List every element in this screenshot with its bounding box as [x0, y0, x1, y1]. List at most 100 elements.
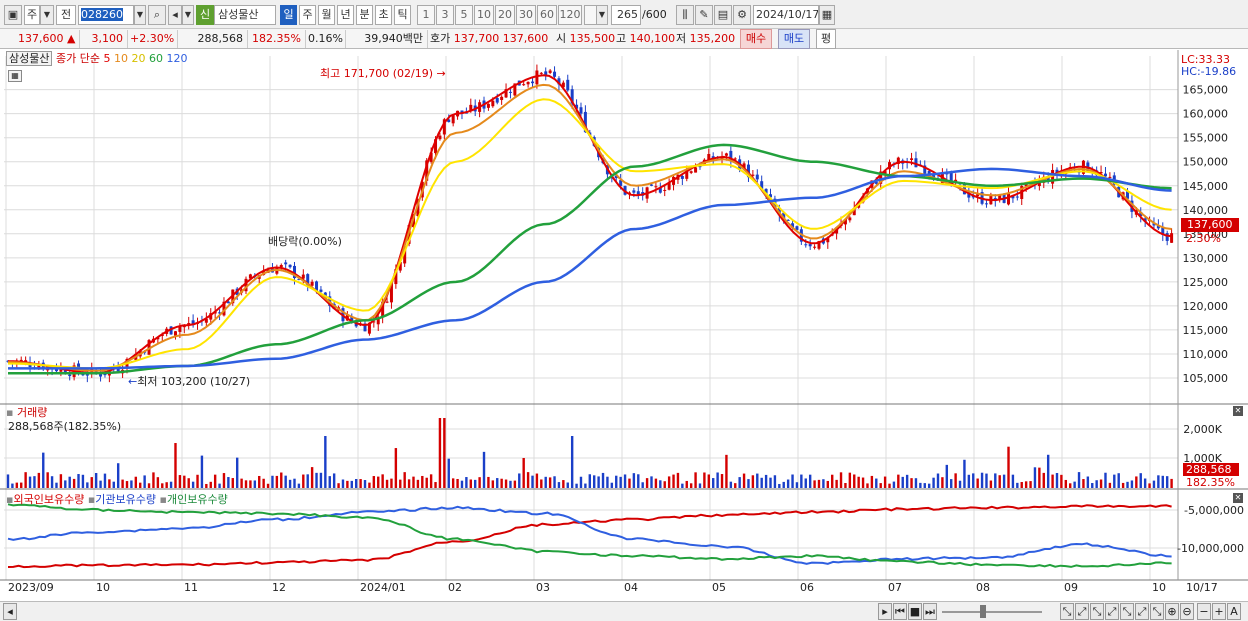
- date-tick-label: 05: [712, 581, 726, 594]
- calendar-icon[interactable]: ▦: [819, 5, 835, 25]
- period-year[interactable]: 년: [337, 5, 354, 25]
- tool-icon[interactable]: ⤡: [1090, 603, 1104, 620]
- period-month[interactable]: 월: [318, 5, 335, 25]
- volume-bar: [262, 478, 265, 488]
- period-week[interactable]: 주: [299, 5, 316, 25]
- interval-60[interactable]: 60: [537, 5, 557, 25]
- volume-bar: [191, 481, 195, 488]
- volume-bar: [125, 481, 129, 488]
- current-pct-tag: 2.30%: [1186, 232, 1221, 245]
- candle-body: [319, 289, 323, 292]
- high-annotation: 최고 171,700 (02/19) →: [320, 65, 446, 81]
- open-label: 시: [556, 32, 567, 45]
- volume-bar: [557, 482, 561, 488]
- low-label: 저: [676, 32, 687, 45]
- volume-bar: [1046, 454, 1050, 488]
- interval-10[interactable]: 10: [474, 5, 494, 25]
- period-day[interactable]: 일: [280, 5, 297, 25]
- candle-body: [486, 103, 490, 108]
- interval-dropdown-icon[interactable]: ▼: [596, 5, 608, 25]
- prev-icon[interactable]: ◂: [168, 5, 182, 25]
- tool-icon[interactable]: ⤢: [1105, 603, 1119, 620]
- interval-30[interactable]: 30: [516, 5, 536, 25]
- close-icon[interactable]: ✕: [1233, 493, 1243, 503]
- interval-3[interactable]: 3: [436, 5, 454, 25]
- chart-area[interactable]: 165,000 160,000 155,000 150,000 145,000 140,0…: [0, 50, 1248, 621]
- close-icon[interactable]: ✕: [1233, 406, 1243, 416]
- period-tick[interactable]: 틱: [394, 5, 411, 25]
- volume-bar: [659, 480, 662, 488]
- candle-body: [495, 97, 499, 103]
- font-size-icon[interactable]: A: [1227, 603, 1241, 620]
- code-input[interactable]: 028260: [78, 5, 134, 25]
- tool-icon[interactable]: ⤢: [1135, 603, 1149, 620]
- save-icon[interactable]: ▤: [714, 5, 732, 25]
- candle-body: [755, 174, 759, 180]
- volume-bar: [822, 479, 825, 488]
- zoom-handle[interactable]: [980, 605, 986, 618]
- period-minute[interactable]: 분: [356, 5, 373, 25]
- avg-button[interactable]: 평: [816, 29, 836, 49]
- candle-body: [526, 81, 530, 85]
- volume-bar: [500, 478, 503, 488]
- chevron-down-icon[interactable]: ▼: [40, 5, 54, 25]
- volume-bar: [152, 472, 155, 488]
- volume-bar: [302, 474, 305, 488]
- kind-button[interactable]: 전: [56, 5, 76, 25]
- history-dropdown-icon[interactable]: ▼: [182, 5, 194, 25]
- code-dropdown-icon[interactable]: ▼: [134, 5, 146, 25]
- volume-last-tag: 288,568: [1183, 463, 1239, 476]
- date-tick-label: 02: [448, 581, 462, 594]
- search-icon[interactable]: ⌕: [148, 5, 166, 25]
- layout-icon[interactable]: ▣: [4, 5, 22, 25]
- code-input-value: 028260: [81, 8, 123, 21]
- market-select[interactable]: 주: [24, 5, 40, 25]
- scroll-right-icon[interactable]: ▸: [878, 603, 892, 620]
- date-tick-label: 10: [1152, 581, 1166, 594]
- stock-chart[interactable]: 165,000 160,000 155,000 150,000 145,000 140,0…: [0, 50, 1248, 621]
- draw-tool-icon[interactable]: ✎: [695, 5, 713, 25]
- period-second[interactable]: 초: [375, 5, 392, 25]
- volume-bar: [883, 476, 887, 488]
- candle-body: [451, 115, 455, 124]
- tool-icon[interactable]: ⤡: [1120, 603, 1134, 620]
- volume-bar: [1117, 473, 1120, 488]
- gear-icon[interactable]: ⚙: [733, 5, 751, 25]
- tool-icon[interactable]: ⤡: [1060, 603, 1074, 620]
- low-annotation: ←최저 103,200 (10/27): [128, 373, 250, 389]
- volume-bar: [403, 472, 406, 488]
- interval-1[interactable]: 1: [417, 5, 435, 25]
- volume-bar: [227, 477, 230, 488]
- zoom-out-icon[interactable]: ⊖: [1180, 603, 1194, 620]
- candle-body: [1170, 233, 1174, 243]
- volume-bar: [37, 472, 41, 488]
- volume-bar: [641, 482, 644, 488]
- candle-type-icon[interactable]: ⫼: [676, 5, 694, 25]
- scroll-bar[interactable]: ◂ ▸ ⏮ ■ ⏭ ⤡ ⤢ ⤡ ⤢ ⤡ ⤢ ⤡ ⊕ ⊖ − + A: [0, 601, 1248, 621]
- scroll-left-icon[interactable]: ◂: [3, 603, 17, 620]
- count-input[interactable]: 265: [611, 5, 641, 25]
- tool-icon[interactable]: ⤢: [1075, 603, 1089, 620]
- zoom-in-icon[interactable]: ⊕: [1165, 603, 1179, 620]
- interval-5[interactable]: 5: [455, 5, 473, 25]
- volume-bar: [720, 474, 724, 488]
- zoom-slider[interactable]: [942, 611, 1042, 613]
- first-icon[interactable]: ⏮: [893, 603, 907, 620]
- volume-bar: [570, 436, 574, 488]
- minus-icon[interactable]: −: [1197, 603, 1211, 620]
- interval-120[interactable]: 120: [558, 5, 582, 25]
- date-input[interactable]: 2024/10/17: [753, 5, 819, 25]
- interval-20[interactable]: 20: [495, 5, 515, 25]
- volume-bar: [235, 457, 239, 488]
- plus-icon[interactable]: +: [1212, 603, 1226, 620]
- table-icon[interactable]: ▦: [8, 70, 22, 82]
- holdings-marker-3: ▪: [159, 493, 167, 506]
- volume-bar: [716, 472, 719, 488]
- volume-bar: [1095, 480, 1098, 488]
- buy-button[interactable]: 매수: [740, 29, 772, 49]
- last-icon[interactable]: ⏭: [923, 603, 937, 620]
- sell-button[interactable]: 매도: [778, 29, 810, 49]
- legend-stock[interactable]: 삼성물산: [6, 51, 53, 66]
- tool-icon[interactable]: ⤡: [1150, 603, 1164, 620]
- stop-icon[interactable]: ■: [908, 603, 922, 620]
